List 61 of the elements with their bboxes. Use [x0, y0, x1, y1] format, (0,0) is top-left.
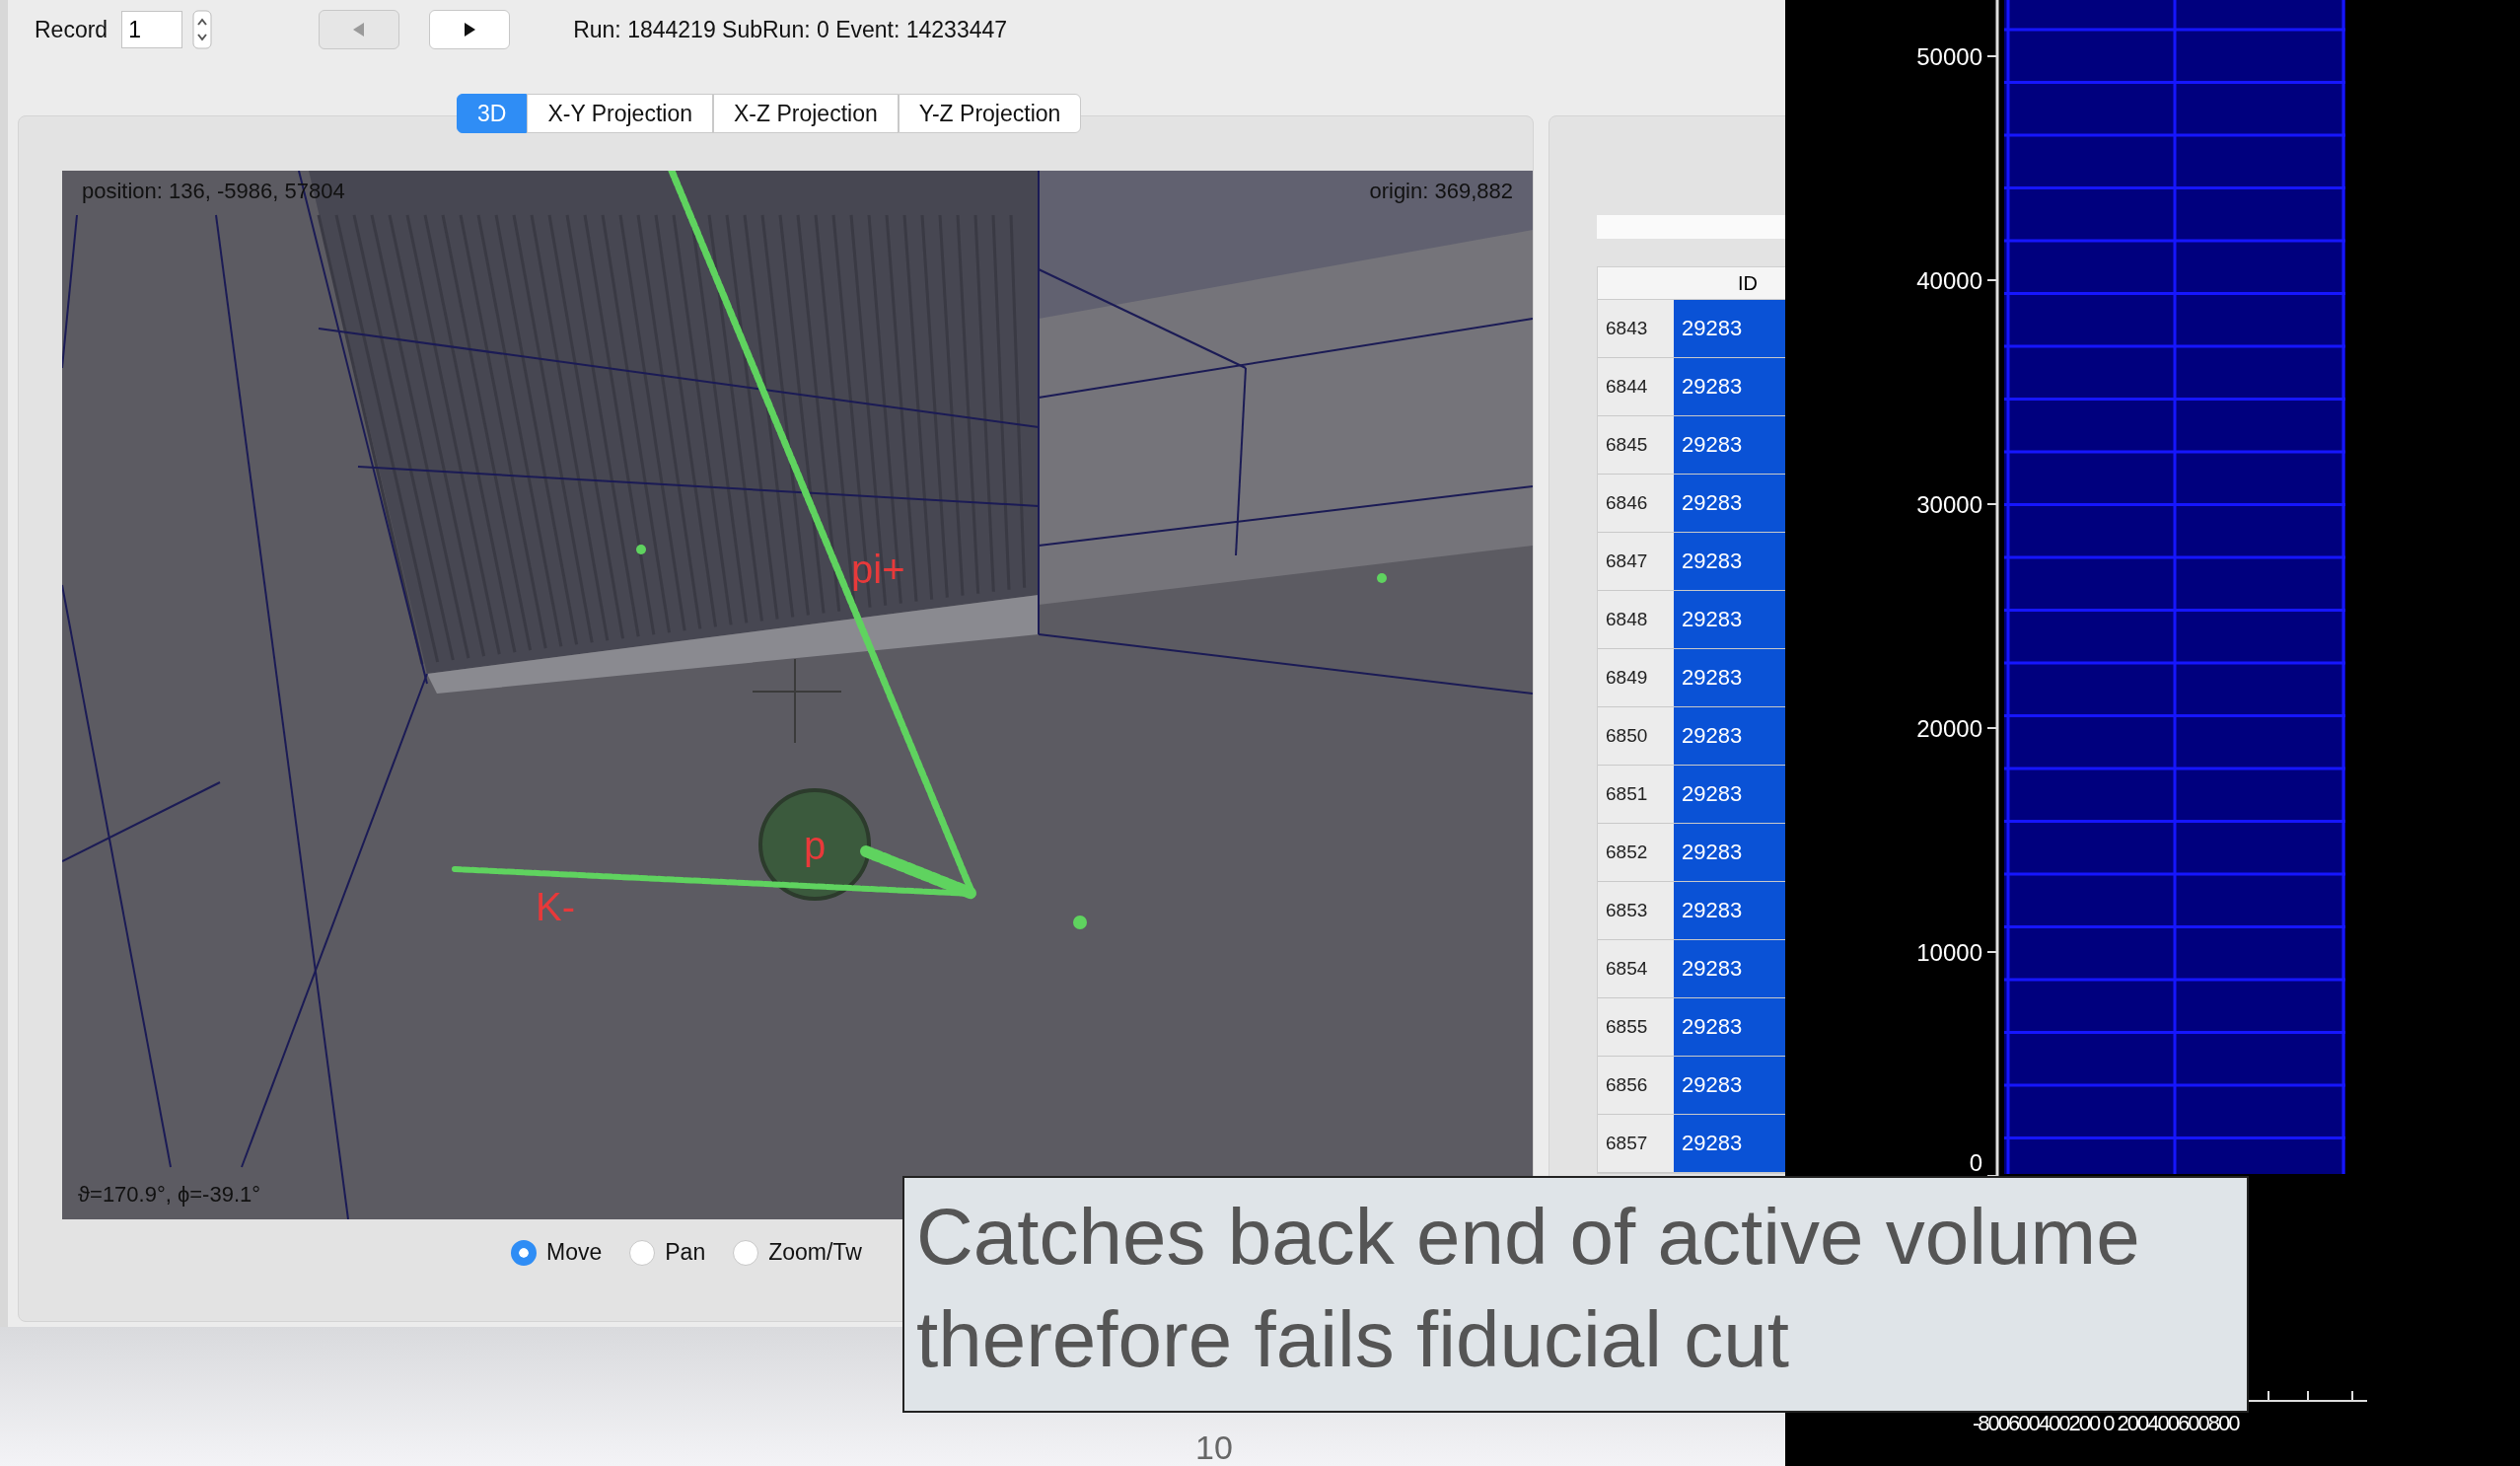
table-cell[interactable]: 29283 — [1674, 998, 1785, 1056]
table-cell[interactable]: 29283 — [1674, 707, 1785, 765]
y-tick-label: 20000 — [1916, 715, 1982, 742]
table-cell[interactable]: 29283 — [1674, 649, 1785, 706]
row-number: 6856 — [1598, 1057, 1674, 1114]
record-field[interactable]: 1 — [121, 11, 183, 48]
mode-radio[interactable]: Pan — [629, 1239, 706, 1266]
table-cell[interactable]: 29283 — [1674, 416, 1785, 474]
table-cell[interactable]: 29283 — [1674, 1115, 1785, 1172]
view-tab[interactable]: X-Y Projection — [527, 94, 713, 133]
row-number: 6855 — [1598, 998, 1674, 1056]
row-number: 6847 — [1598, 533, 1674, 590]
stepper-icon[interactable] — [192, 10, 213, 49]
row-number: 6852 — [1598, 824, 1674, 881]
row-number: 6846 — [1598, 475, 1674, 532]
row-number: 6857 — [1598, 1115, 1674, 1172]
y-tick-label: 50000 — [1916, 43, 1982, 70]
row-number: 6853 — [1598, 882, 1674, 939]
crosshair-icon — [752, 658, 842, 744]
mode-radio[interactable]: Move — [511, 1239, 603, 1266]
table-cell[interactable]: 29283 — [1674, 475, 1785, 532]
record-label: Record — [35, 16, 108, 43]
table-cell[interactable]: 29283 — [1674, 824, 1785, 881]
table-cell[interactable]: 29283 — [1674, 533, 1785, 590]
table-cell[interactable]: 29283 — [1674, 940, 1785, 997]
position-readout: position: 136, -5986, 57804 — [82, 181, 345, 202]
particle-label: p — [804, 826, 827, 865]
row-number: 6848 — [1598, 591, 1674, 648]
row-number: 6849 — [1598, 649, 1674, 706]
origin-readout: origin: 369,882 — [1369, 181, 1513, 202]
view-tab[interactable]: 3D — [457, 94, 528, 133]
table-cell[interactable]: 29283 — [1674, 591, 1785, 648]
hit-dot — [1377, 573, 1387, 583]
table-cell[interactable]: 29283 — [1674, 358, 1785, 415]
row-number: 6844 — [1598, 358, 1674, 415]
run-info: Run: 1844219 SubRun: 0 Event: 14233447 — [573, 16, 1008, 43]
y-tick-label: 30000 — [1916, 491, 1982, 518]
table-cell[interactable]: 29283 — [1674, 300, 1785, 357]
view-tab[interactable]: X-Z Projection — [713, 94, 899, 133]
row-number: 6850 — [1598, 707, 1674, 765]
hit-dot — [1073, 916, 1087, 929]
y-tick-label: 0 — [1969, 1149, 1982, 1176]
row-number: 6845 — [1598, 416, 1674, 474]
y-tick-label: 40000 — [1916, 267, 1982, 294]
row-number: 6854 — [1598, 940, 1674, 997]
caption-text: Catches back end of active volume therefore fails fiducial cut — [916, 1192, 2141, 1385]
hit-dot — [636, 545, 646, 554]
particle-label: pi+ — [851, 550, 905, 589]
next-button[interactable] — [429, 10, 511, 49]
table-cell[interactable]: 29283 — [1674, 882, 1785, 939]
row-number: 6843 — [1598, 300, 1674, 357]
table-cell[interactable]: 29283 — [1674, 1057, 1785, 1114]
particle-label: K- — [536, 887, 575, 926]
page-number: 10 — [1195, 1430, 1233, 1464]
y-tick-label: 10000 — [1916, 939, 1982, 966]
mode-radio[interactable]: Zoom/Tw — [733, 1239, 862, 1266]
x-tick-labels: -800600400200 0 200400600800 — [1973, 1411, 2239, 1435]
view-tab[interactable]: Y-Z Projection — [898, 94, 1082, 133]
row-number: 6851 — [1598, 766, 1674, 823]
angle-readout: ϑ=170.9°, ϕ=-39.1° — [78, 1184, 261, 1206]
table-cell[interactable]: 29283 — [1674, 766, 1785, 823]
